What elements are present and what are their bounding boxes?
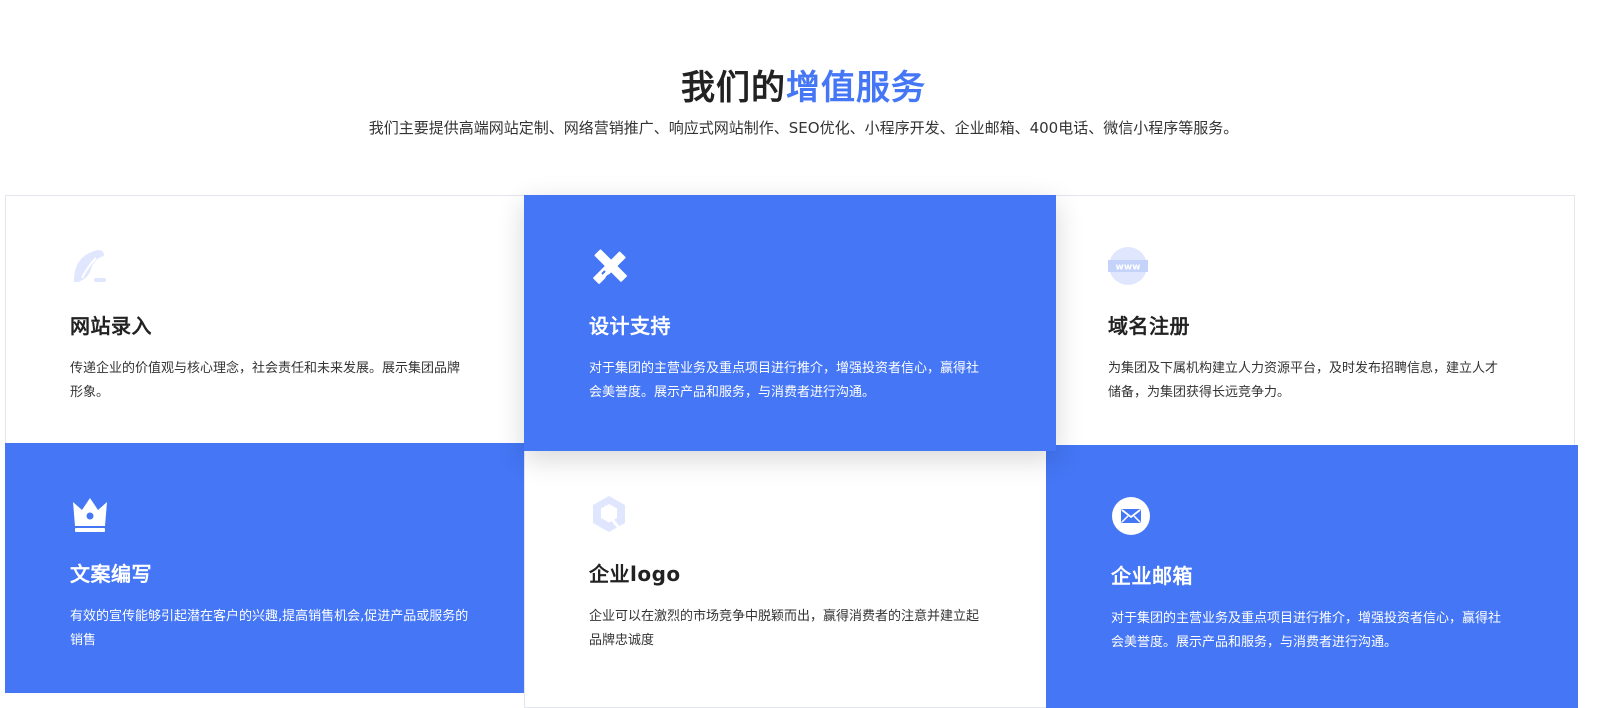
pencil-ruler-icon	[593, 249, 627, 284]
svg-text:www: www	[1116, 263, 1141, 273]
section-title: 我们的增值服务	[0, 60, 1607, 109]
quill-icon	[74, 250, 106, 282]
service-card-copywriting[interactable]: 文案编写 有效的宣传能够引起潜在客户的兴趣,提高销售机会,促进产品或服务的销售	[5, 443, 537, 693]
section-title-plain: 我们的	[681, 68, 786, 108]
section-title-accent: 增值服务	[786, 68, 926, 108]
service-card-website-entry[interactable]: 网站录入 传递企业的价值观与核心理念，社会责任和未来发展。展示集团品牌形象。	[5, 195, 537, 451]
service-card-desc: 传递企业的价值观与核心理念，社会责任和未来发展。展示集团品牌形象。	[70, 361, 461, 400]
service-card-desc: 有效的宣传能够引起潜在客户的兴趣,提高销售机会,促进产品或服务的销售	[70, 609, 469, 648]
services-grid: 网站录入 传递企业的价值观与核心理念，社会责任和未来发展。展示集团品牌形象。 设…	[5, 195, 1602, 708]
service-card-desc: 对于集团的主营业务及重点项目进行推介，增强投资者信心，赢得社会美誉度。展示产品和…	[1111, 611, 1502, 650]
service-card-title: 企业logo	[589, 562, 681, 586]
hexagon-logo-icon	[593, 496, 625, 532]
section-subtitle: 我们主要提供高端网站定制、网络营销推广、响应式网站制作、SEO优化、小程序开发、…	[368, 119, 1239, 137]
service-card-title: 企业邮箱	[1111, 564, 1193, 588]
service-card-design-support[interactable]: 设计支持 对于集团的主营业务及重点项目进行推介，增强投资者信心，赢得社会美誉度。…	[524, 195, 1056, 451]
service-card-desc: 对于集团的主营业务及重点项目进行推介，增强投资者信心，赢得社会美誉度。展示产品和…	[589, 361, 980, 400]
service-card-title: 设计支持	[589, 314, 671, 338]
service-card-enterprise-logo[interactable]: 企业logo 企业可以在激烈的市场竞争中脱颖而出，赢得消费者的注意并建立起品牌忠…	[524, 443, 1056, 708]
mail-icon	[1112, 497, 1150, 535]
value-added-services-section: 我们的增值服务 我们主要提供高端网站定制、网络营销推广、响应式网站制作、SEO优…	[0, 0, 1607, 708]
crown-icon	[73, 498, 107, 532]
www-globe-icon: www	[1108, 247, 1148, 285]
service-card-desc: 为集团及下属机构建立人力资源平台，及时发布招聘信息，建立人才储备，为集团获得长远…	[1108, 361, 1499, 400]
service-card-title: 网站录入	[70, 314, 152, 338]
service-card-domain-registration[interactable]: www 域名注册 为集团及下属机构建立人力资源平台，及时发布招聘信息，建立人才储…	[1043, 195, 1575, 451]
service-card-desc: 企业可以在激烈的市场竞争中脱颖而出，赢得消费者的注意并建立起品牌忠诚度	[589, 609, 980, 648]
service-card-title: 域名注册	[1108, 314, 1190, 338]
service-card-enterprise-mail[interactable]: 企业邮箱 对于集团的主营业务及重点项目进行推介，增强投资者信心，赢得社会美誉度。…	[1046, 445, 1578, 708]
service-card-title: 文案编写	[70, 562, 152, 586]
